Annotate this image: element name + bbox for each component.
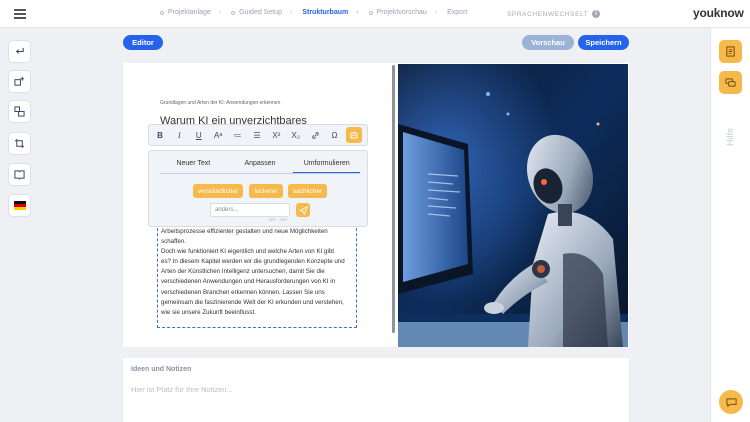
char-count: 0/4 · 100 [269, 217, 287, 222]
robot-icon [350, 131, 358, 139]
underline-button[interactable]: U [191, 127, 207, 143]
page-subtitle: Grundlagen und Arten der KI: Anwendungen… [160, 100, 281, 106]
link-button[interactable] [307, 127, 323, 143]
support-chat-button[interactable] [719, 390, 743, 414]
notes-title: Ideen und Notizen [131, 366, 192, 373]
send-button[interactable] [296, 203, 310, 217]
breadcrumb-label: Projektanlage [168, 9, 211, 16]
special-char-button[interactable]: Ω [327, 127, 343, 143]
body-line: wie sie unsere Zukunft beeinflusst. [161, 308, 256, 316]
crop-icon[interactable] [8, 132, 31, 155]
ai-assistant-button[interactable] [345, 127, 362, 143]
language-switch[interactable]: SPRACHENWECHSELT i [507, 10, 601, 18]
breadcrumb: Projektanlage › Guided Setup › Strukturbau… [160, 9, 477, 16]
tab-umformulieren[interactable]: Umformulieren [293, 160, 361, 173]
top-bar: Projektanlage › Guided Setup › Strukturbau… [0, 0, 750, 28]
tab-anpassen[interactable]: Anpassen [227, 160, 294, 173]
chat-icon[interactable] [719, 71, 742, 94]
language-switch-label: SPRACHENWECHSELT [507, 10, 589, 18]
bold-button[interactable]: B [152, 127, 168, 143]
rewrite-input[interactable]: anders... [210, 203, 290, 217]
link-icon [311, 131, 319, 139]
info-icon[interactable]: i [592, 10, 601, 18]
left-sidebar [0, 28, 40, 422]
notes-icon[interactable] [719, 40, 742, 63]
robot-image[interactable] [398, 64, 628, 347]
breadcrumb-projektanlage[interactable]: Projektanlage › [160, 9, 221, 16]
page-scrollbar[interactable] [392, 65, 395, 333]
help-label[interactable]: Hilfe [725, 119, 735, 155]
body-line: Arbeitsprozesse effizienter gestalten un… [161, 228, 328, 235]
notes-textarea[interactable]: Hier ist Platz für Ihre Notizen... [131, 385, 233, 394]
body-line: Arten der Künstlichen Intelligenz unters… [161, 268, 325, 276]
superscript-button[interactable]: X² [268, 127, 284, 143]
body-line: verschiedenen Branchen erkennen können. … [161, 288, 325, 296]
breadcrumb-label: Export [447, 9, 468, 16]
tab-neuer-text[interactable]: Neuer Text [160, 160, 227, 173]
breadcrumb-export[interactable]: Export [447, 9, 467, 16]
save-button[interactable]: Speichern [578, 35, 629, 50]
ordered-list-button[interactable]: ≔ [230, 127, 246, 143]
body-line: schaffen. [161, 238, 186, 246]
selected-text-block[interactable]: Arbeitsprozesse effizienter gestalten un… [157, 223, 357, 328]
breadcrumb-label: Projektvorschau [376, 9, 427, 16]
breadcrumb-guided-setup[interactable]: Guided Setup › [231, 9, 292, 16]
chip-sachlicher[interactable]: sachlicher [288, 184, 327, 198]
ai-tabs: Neuer Text Anpassen Umformulieren [160, 160, 361, 174]
ai-rewrite-panel: Neuer Text Anpassen Umformulieren verstä… [148, 150, 368, 227]
editor-button[interactable]: Editor [123, 35, 163, 50]
chip-verstaendlicher[interactable]: verständlicher [193, 184, 243, 198]
body-line: gemeinsam die faszinierende Welt der KI … [161, 298, 344, 306]
breadcrumb-projektvorschau[interactable]: Projektvorschau › [368, 9, 437, 16]
body-line: es? In diesem Kapitel werden wir die gru… [161, 258, 345, 266]
italic-button[interactable]: I [171, 127, 187, 143]
font-size-button[interactable]: Aᵃ [210, 127, 226, 143]
body-line: verschiedenen Anwendungen und Herausford… [161, 278, 336, 286]
preview-button[interactable]: Vorschau [522, 35, 574, 50]
breadcrumb-label: Strukturbaum [302, 9, 349, 16]
breadcrumb-strukturbaum[interactable]: Strukturbaum › [302, 9, 358, 16]
body-line: Doch wie funktioniert KI eigentlich und … [161, 248, 335, 256]
chat-bubble-icon [725, 397, 737, 407]
menu-icon[interactable] [14, 9, 26, 19]
book-icon[interactable] [8, 163, 31, 186]
bullet-list-button[interactable]: ☰ [249, 127, 265, 143]
format-toolbar: B I U Aᵃ ≔ ☰ X² X₂ Ω [148, 124, 368, 146]
right-sidebar [710, 28, 750, 422]
enter-icon[interactable] [8, 40, 31, 63]
chip-lockerer[interactable]: lockerer [249, 184, 283, 198]
shapes-icon[interactable] [8, 100, 31, 123]
add-widget-icon[interactable] [8, 70, 31, 93]
subscript-button[interactable]: X₂ [288, 127, 304, 143]
breadcrumb-label: Guided Setup [239, 9, 282, 16]
brand-logo: youknow [693, 6, 744, 20]
notes-panel: Ideen und Notizen Hier ist Platz für Ihr… [123, 358, 629, 422]
send-icon [298, 205, 308, 215]
german-flag-icon[interactable] [8, 194, 31, 217]
